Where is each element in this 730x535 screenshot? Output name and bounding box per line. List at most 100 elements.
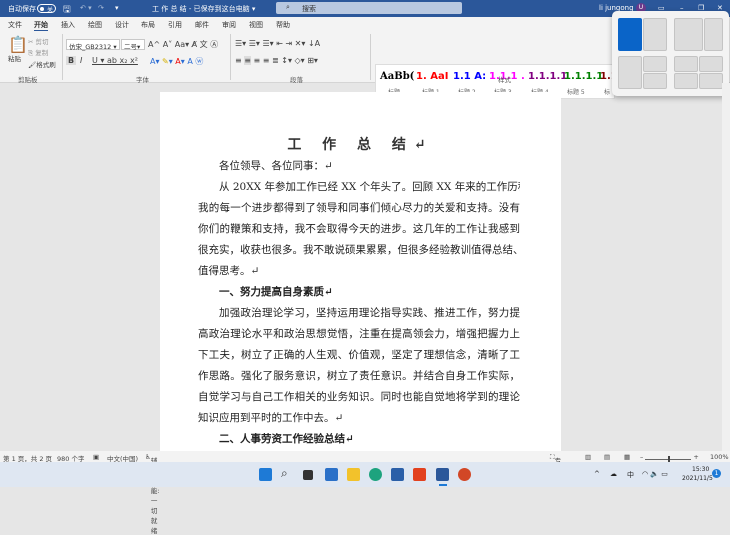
paragraph-line: 各位领导、各位同事：↵ bbox=[198, 156, 520, 177]
ime-indicator[interactable]: 中 bbox=[627, 470, 634, 480]
clock-time[interactable]: 15:30 bbox=[692, 466, 709, 473]
bold-button[interactable]: B bbox=[66, 56, 76, 65]
clipboard-group-label: 剪贴板 bbox=[18, 74, 38, 84]
status-bar: 第 1 页，共 2 页 980 个字 ▣ 中文(中国) ♿辅助功能: 一切就绪 … bbox=[0, 451, 730, 462]
tab-layout[interactable]: 布局 bbox=[141, 20, 155, 30]
paragraph-line: 值得思考。↵ bbox=[198, 261, 520, 282]
paragraph-line: 知识应用到平时的工作中去。↵ bbox=[198, 408, 520, 429]
read-mode-icon[interactable]: ▥ bbox=[585, 453, 591, 461]
redo-icon[interactable]: ↷ bbox=[98, 4, 104, 12]
taskbar: ⌕ ^ ☁ 中 ◠ 🔈 ▭ 15:30 2021/11/5 1 bbox=[0, 462, 730, 487]
font-size-select[interactable]: 二号▾ bbox=[121, 39, 145, 50]
snap-zone[interactable] bbox=[618, 56, 642, 89]
font-name-select[interactable]: 仿宋_GB2312 ▾ bbox=[66, 39, 120, 50]
snap-zone[interactable] bbox=[643, 18, 667, 51]
save-icon[interactable]: 🖫 bbox=[63, 2, 71, 18]
paragraph-line: 我的每一个进步都得到了领导和同事们倾心尽力的关爱和支持。没有 bbox=[198, 198, 520, 219]
tab-references[interactable]: 引用 bbox=[168, 20, 182, 30]
autosave-label: 自动保存 bbox=[8, 4, 36, 14]
accessibility[interactable]: ♿辅助功能: 一切就绪 bbox=[145, 453, 151, 461]
snap-zone[interactable] bbox=[618, 18, 642, 51]
focus-button[interactable]: ⛶专注 bbox=[550, 453, 555, 462]
search-box[interactable]: ⌕搜索 bbox=[276, 2, 462, 14]
snap-zone[interactable] bbox=[674, 73, 698, 89]
format-painter-button[interactable]: 🖌格式刷 bbox=[28, 59, 56, 69]
scrollbar[interactable] bbox=[722, 83, 730, 451]
font-group-label: 字体 bbox=[136, 74, 149, 84]
style-heading-4[interactable]: 1.1.1.1 bbox=[528, 71, 567, 82]
divider bbox=[230, 34, 231, 80]
section-heading: 二、人事劳资工作经验总结↵ bbox=[198, 429, 520, 450]
style-heading-5[interactable]: 1.1.1.1 bbox=[564, 71, 603, 82]
style-heading-2[interactable]: 1.1 A: bbox=[453, 71, 486, 82]
snap-zone[interactable] bbox=[643, 73, 667, 89]
underline-button[interactable]: U ▾ ab x₂ x² bbox=[92, 56, 138, 65]
text-effects-icon[interactable]: A▾ ✎▾ A▾ A ⓦ bbox=[150, 56, 203, 67]
paragraph-line: 作思路。强化了服务意识，树立了责任意识。并结合自身工作实际， bbox=[198, 366, 520, 387]
tab-help[interactable]: 帮助 bbox=[276, 20, 290, 30]
clock-date[interactable]: 2021/11/5 bbox=[682, 475, 713, 482]
align-icon[interactable]: ≡ ≡ ≡ ≡ ≣ ↕▾ ◇▾ ⊞▾ bbox=[235, 56, 318, 65]
notification-badge[interactable]: 1 bbox=[712, 469, 721, 478]
paste-button[interactable]: 粘贴 bbox=[8, 53, 21, 63]
bullets-icon[interactable]: ☰▾ ☰▾ ☰▾ ⇤ ⇥ ✕▾ ↓A bbox=[235, 39, 320, 48]
paragraph-line: 高政治理论水平和政治思想觉悟，注重在提高领会力，增强把握力上 bbox=[198, 324, 520, 345]
paragraph-line: 下工夫，树立了正确的人生观、价值观，坚定了理想信念，清晰了工 bbox=[198, 345, 520, 366]
tray-overflow-icon[interactable]: ^ bbox=[594, 470, 600, 478]
document-title-heading: 工 作 总 结↵ bbox=[160, 134, 561, 154]
proofing-icon[interactable]: ▣ bbox=[93, 453, 99, 461]
snap-zone[interactable] bbox=[674, 56, 698, 72]
store-icon[interactable] bbox=[391, 468, 404, 481]
snap-zone[interactable] bbox=[704, 18, 723, 51]
search-icon: ⌕ bbox=[286, 3, 290, 12]
document-title[interactable]: 工 作 总 结 - 已保存到这台电脑 ▾ bbox=[152, 4, 255, 14]
widgets-icon[interactable] bbox=[325, 468, 338, 481]
tab-insert[interactable]: 插入 bbox=[61, 20, 75, 30]
snap-zone[interactable] bbox=[699, 56, 723, 72]
tab-design[interactable]: 设计 bbox=[115, 20, 129, 30]
search-icon[interactable]: ⌕ bbox=[281, 466, 294, 479]
document-body[interactable]: 各位领导、各位同事：↵从 20XX 年参加工作已经 XX 个年头了。回顾 XX … bbox=[198, 156, 520, 450]
tab-view[interactable]: 视图 bbox=[249, 20, 263, 30]
styles-group-label: 样式 bbox=[498, 74, 511, 84]
wifi-icon[interactable]: ◠ 🔈 ▭ bbox=[642, 470, 668, 478]
zoom-level[interactable]: 100% bbox=[710, 453, 729, 461]
paragraph-line: 加强政治理论学习，坚持运用理论指导实践、推进工作，努力提 bbox=[198, 303, 520, 324]
autosave-toggle[interactable]: 关 bbox=[37, 4, 56, 13]
style-heading-1[interactable]: 1. AaI bbox=[416, 71, 448, 82]
snap-zone[interactable] bbox=[643, 56, 667, 72]
powerpoint-icon[interactable] bbox=[458, 468, 471, 481]
italic-button[interactable]: I bbox=[80, 56, 82, 65]
edge-icon[interactable] bbox=[369, 468, 382, 481]
start-icon[interactable] bbox=[259, 468, 272, 481]
document-page[interactable]: 工 作 总 结↵ 各位领导、各位同事：↵从 20XX 年参加工作已经 XX 个年… bbox=[160, 92, 561, 452]
tab-review[interactable]: 审阅 bbox=[222, 20, 236, 30]
tab-mailings[interactable]: 邮件 bbox=[195, 20, 209, 30]
paragraph-line: 从 20XX 年参加工作已经 XX 个年头了。回顾 XX 年来的工作历程， bbox=[198, 177, 520, 198]
customize-qat-icon[interactable]: ▾ bbox=[115, 4, 119, 12]
paragraph-line: 很充实，收获也很多。我不敢说硕果累累，但很多经验教训值得总结、 bbox=[198, 240, 520, 261]
file-explorer-icon[interactable] bbox=[347, 468, 360, 481]
active-indicator bbox=[439, 484, 447, 486]
divider bbox=[62, 34, 63, 80]
cut-button[interactable]: ✂ 剪切 bbox=[28, 36, 49, 46]
snap-zone[interactable] bbox=[699, 73, 723, 89]
office-icon[interactable] bbox=[413, 468, 426, 481]
web-layout-icon[interactable]: ▦ bbox=[624, 453, 630, 461]
paragraph-line: 自觉学习与自己工作相关的业务知识。同时也能自觉地将学到的理论 bbox=[198, 387, 520, 408]
task-view-icon[interactable] bbox=[303, 470, 313, 480]
undo-icon[interactable]: ↶ ▾ bbox=[80, 4, 92, 12]
paragraph-group-label: 段落 bbox=[290, 74, 303, 84]
onedrive-icon[interactable]: ☁ bbox=[610, 470, 617, 478]
snap-zone[interactable] bbox=[674, 18, 703, 51]
copy-button[interactable]: ⎘ 复制 bbox=[28, 47, 48, 58]
style-title[interactable]: AaBb( bbox=[380, 71, 414, 82]
paste-icon[interactable]: 📋 bbox=[8, 35, 28, 54]
tab-draw[interactable]: 绘图 bbox=[88, 20, 102, 30]
grow-font-icon[interactable]: A^ A˅ Aa▾ A̸ 文 Ⓐ bbox=[148, 39, 218, 50]
paragraph-line: 你们的鞭策和支持，我不会取得今天的进步。这几年的工作让我感到 bbox=[198, 219, 520, 240]
tab-file[interactable]: 文件 bbox=[8, 20, 22, 30]
zoom-slider[interactable]: – + bbox=[640, 453, 699, 461]
print-layout-icon[interactable]: ▤ bbox=[604, 453, 610, 461]
word-icon[interactable] bbox=[436, 468, 449, 481]
